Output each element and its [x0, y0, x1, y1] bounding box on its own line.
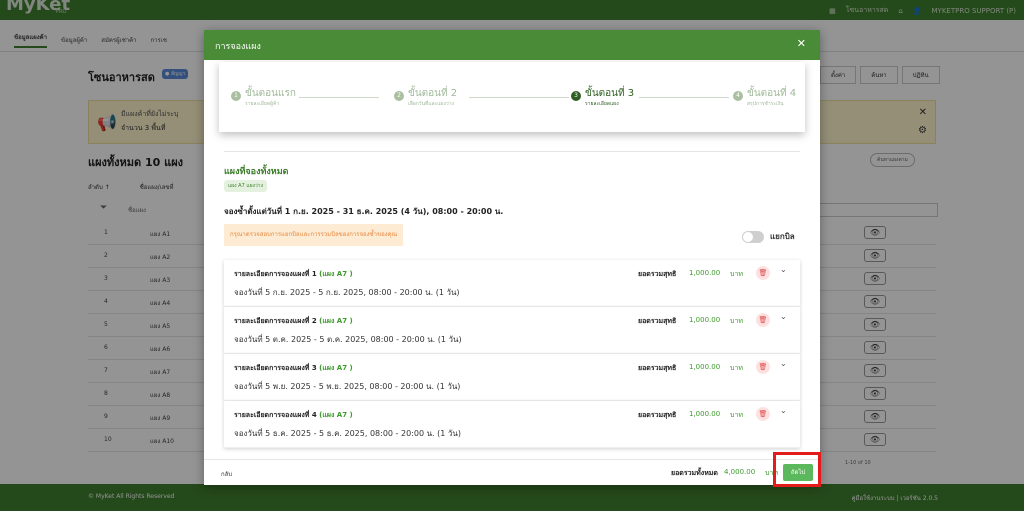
chevron-down-icon[interactable]: ⌄: [780, 359, 787, 368]
step-sub: สรุปการชำระเงิน: [747, 101, 784, 107]
step-sub: รายละเอียดแผง: [585, 101, 619, 107]
card-title: รายละเอียดการจองแผงที่ 4 (แผง A7 ): [234, 411, 353, 419]
trash-icon[interactable]: 🗑: [756, 266, 770, 280]
card-total-label: ยอดรวมสุทธิ: [638, 317, 677, 325]
step-number: 2: [394, 91, 404, 101]
card-total-label: ยอดรวมสุทธิ: [638, 270, 677, 278]
modal-footer: กลับ ยอดรวมทั้งหมด 4,000.00 บาท ถัดไป: [204, 459, 820, 485]
booking-range: จองซ้ำตั้งแต่วันที่ 1 ก.ย. 2025 - 31 ธ.ค…: [224, 207, 504, 216]
step-sub: รายละเอียดผู้ค้า: [245, 101, 280, 107]
step-number: 1: [231, 91, 241, 101]
section-title: แผงที่จองทั้งหมด: [224, 167, 289, 177]
stepper: 1 ขั้นตอนแรก รายละเอียดผู้ค้า 2 ขั้นตอนท…: [219, 62, 805, 132]
trash-icon[interactable]: 🗑: [756, 313, 770, 327]
trash-icon[interactable]: 🗑: [756, 360, 770, 374]
card-date: จองวันที่ 5 ธ.ค. 2025 - 5 ธ.ค. 2025, 08:…: [234, 429, 461, 438]
zone-chip: แผง A7 แผงว่าง: [224, 180, 268, 192]
card-total-label: ยอดรวมสุทธิ: [638, 411, 677, 419]
grand-total-amount: 4,000.00: [724, 468, 756, 476]
card-unit: บาท: [730, 364, 743, 372]
next-button-highlight: [773, 452, 821, 487]
card-amount: 1,000.00: [689, 316, 721, 324]
step-label: ขั้นตอนที่ 2: [408, 88, 458, 99]
modal-body: 1 ขั้นตอนแรก รายละเอียดผู้ค้า 2 ขั้นตอนท…: [204, 60, 820, 490]
split-bill-toggle-group: แยกบิล: [742, 230, 795, 243]
card-amount: 1,000.00: [689, 363, 721, 371]
chevron-down-icon[interactable]: ⌄: [780, 406, 787, 415]
card-unit: บาท: [730, 317, 743, 325]
card-date: จองวันที่ 5 ต.ค. 2025 - 5 ต.ค. 2025, 08:…: [234, 335, 462, 344]
booking-card[interactable]: รายละเอียดการจองแผงที่ 2 (แผง A7 ) จองวั…: [224, 307, 800, 354]
card-title: รายละเอียดการจองแผงที่ 2 (แผง A7 ): [234, 317, 353, 325]
booking-modal: การจองแผง ✕ 1 ขั้นตอนแรก รายละเอียดผู้ค้…: [204, 30, 820, 485]
card-unit: บาท: [730, 411, 743, 419]
modal-title: การจองแผง: [215, 42, 261, 52]
booking-card[interactable]: รายละเอียดการจองแผงที่ 1 (แผง A7 ) จองวั…: [224, 260, 800, 307]
card-title: รายละเอียดการจองแผงที่ 3 (แผง A7 ): [234, 364, 353, 372]
card-amount: 1,000.00: [689, 269, 721, 277]
card-title: รายละเอียดการจองแผงที่ 1 (แผง A7 ): [234, 270, 353, 278]
split-bill-toggle[interactable]: [742, 230, 764, 243]
bill-warning: กรุณาตรวจสอบการแยกบิลและการรวมบิลของการจ…: [224, 224, 404, 246]
step-sub: เลือกวันที่และแผงว่าง: [408, 101, 454, 107]
divider: [224, 151, 800, 152]
step-label: ขั้นตอนที่ 4: [747, 88, 797, 99]
chevron-down-icon[interactable]: ⌄: [780, 312, 787, 321]
step-connector: [469, 97, 569, 98]
card-unit: บาท: [730, 270, 743, 278]
step-number: 4: [733, 91, 743, 101]
step-connector: [299, 97, 379, 98]
modal-header: การจองแผง ✕: [204, 30, 820, 60]
booking-card[interactable]: รายละเอียดการจองแผงที่ 4 (แผง A7 ) จองวั…: [224, 401, 800, 448]
close-icon[interactable]: ✕: [797, 37, 806, 50]
booking-card[interactable]: รายละเอียดการจองแผงที่ 3 (แผง A7 ) จองวั…: [224, 354, 800, 401]
step-connector: [639, 97, 729, 98]
trash-icon[interactable]: 🗑: [756, 407, 770, 421]
back-button[interactable]: กลับ: [221, 469, 232, 479]
step-number: 3: [571, 91, 581, 101]
booking-card-list: รายละเอียดการจองแผงที่ 1 (แผง A7 ) จองวั…: [224, 260, 800, 448]
split-bill-label: แยกบิล: [770, 232, 795, 241]
step-label: ขั้นตอนที่ 3: [585, 88, 635, 99]
grand-total-label: ยอดรวมทั้งหมด: [671, 469, 718, 477]
card-date: จองวันที่ 5 พ.ย. 2025 - 5 พ.ย. 2025, 08:…: [234, 382, 461, 391]
card-amount: 1,000.00: [689, 410, 721, 418]
chevron-down-icon[interactable]: ⌄: [780, 265, 787, 274]
card-date: จองวันที่ 5 ก.ย. 2025 - 5 ก.ย. 2025, 08:…: [234, 288, 460, 297]
card-total-label: ยอดรวมสุทธิ: [638, 364, 677, 372]
step-label: ขั้นตอนแรก: [245, 88, 296, 99]
